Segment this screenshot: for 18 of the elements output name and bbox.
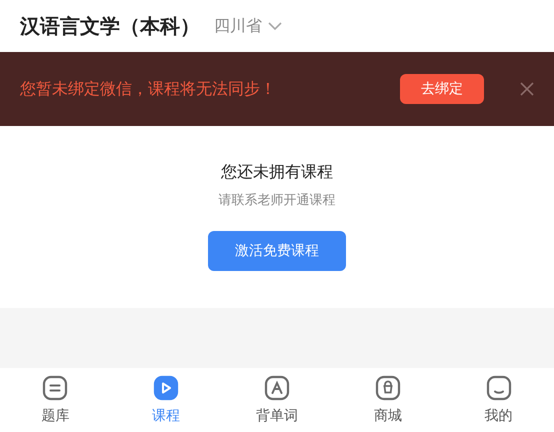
nav-tab[interactable]: 我的 (443, 368, 554, 432)
empty-title: 您还未拥有课程 (221, 162, 333, 183)
chevron-down-icon (268, 22, 282, 30)
course-title: 汉语言文学（本科） (20, 12, 200, 40)
play-icon (153, 375, 180, 401)
empty-subtitle: 请联系老师开通课程 (218, 192, 336, 209)
nav-tab[interactable]: 课程 (110, 368, 222, 432)
bag-icon (374, 375, 401, 401)
province-dropdown[interactable]: 四川省 (214, 16, 282, 36)
nav-tab[interactable]: 商城 (332, 368, 444, 432)
nav-tab[interactable]: 题库 (0, 368, 111, 432)
smile-icon (486, 375, 512, 401)
close-icon[interactable] (520, 82, 534, 96)
letter-icon (264, 375, 290, 401)
nav-tab[interactable]: 背单词 (222, 368, 332, 432)
activate-button[interactable]: 激活免费课程 (208, 231, 346, 271)
list-icon (42, 375, 68, 401)
warning-message: 您暂未绑定微信，课程将无法同步！ (20, 78, 277, 100)
